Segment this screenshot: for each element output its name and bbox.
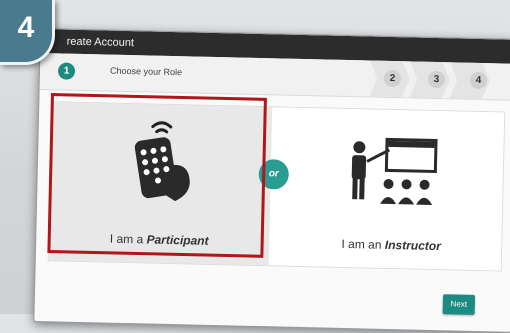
instructor-role-caption: I am an Instructor — [281, 236, 501, 255]
role-options: I am a Participant or I am an Instructor — [47, 101, 506, 272]
step-1-indicator: 1 — [57, 62, 76, 80]
step-number-badge: 4 — [0, 0, 55, 65]
instructor-prefix: I am an — [341, 236, 382, 252]
participant-prefix: I am a — [109, 231, 144, 247]
step-1-label: Choose your Role — [109, 65, 183, 78]
remote-clicker-icon — [134, 121, 190, 202]
create-account-dialog: reate Account 1 Choose your Role 2 3 4 I… — [33, 28, 510, 333]
screenshot-stage: reate Account 1 Choose your Role 2 3 4 I… — [0, 0, 510, 333]
participant-role-option[interactable]: I am a Participant — [48, 102, 273, 266]
presenter-audience-icon — [351, 137, 438, 205]
participant-role-caption: I am a Participant — [49, 230, 269, 249]
next-button[interactable]: Next — [442, 294, 476, 315]
participant-role-name: Participant — [146, 232, 209, 248]
dialog-title: reate Account — [66, 35, 135, 50]
instructor-role-option[interactable]: I am an Instructor — [280, 107, 505, 271]
instructor-role-name: Instructor — [384, 237, 442, 254]
